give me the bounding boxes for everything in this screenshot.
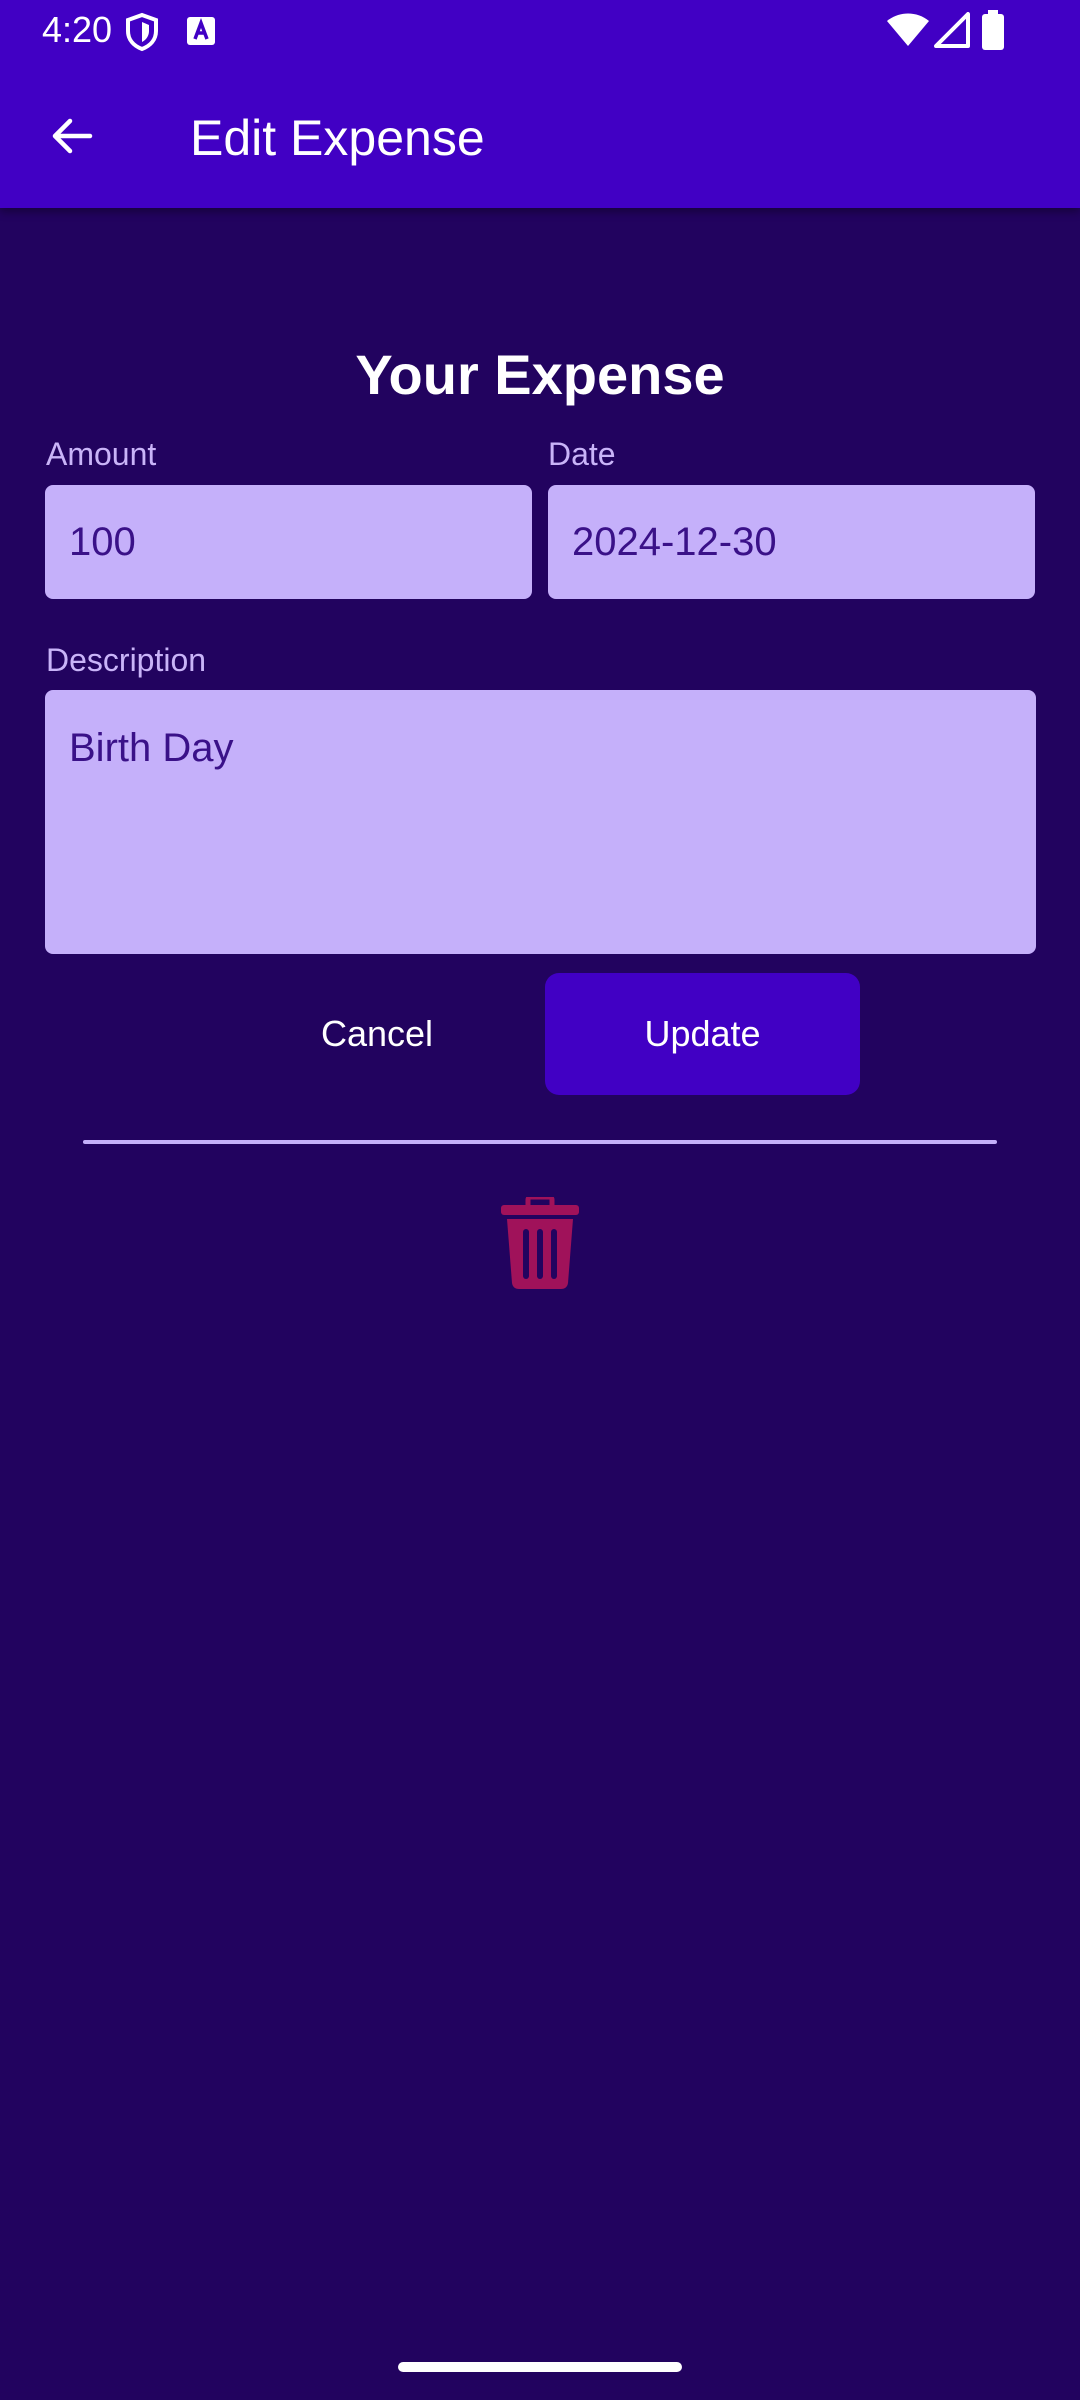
- text-a-icon: [186, 16, 216, 51]
- cellular-signal-icon: [934, 12, 970, 53]
- date-field[interactable]: 2024-12-30: [548, 485, 1035, 599]
- edit-expense-screen: 4:20 Edit Expense Your Expense Amount 10…: [0, 0, 1080, 2400]
- wifi-icon: [886, 12, 930, 53]
- trash-icon: [501, 1194, 579, 1294]
- amount-value: 100: [69, 519, 136, 564]
- date-value: 2024-12-30: [572, 519, 777, 564]
- back-button[interactable]: [30, 96, 114, 180]
- status-time: 4:20: [42, 9, 113, 50]
- cancel-button[interactable]: Cancel: [262, 973, 492, 1095]
- gesture-navigation-handle[interactable]: [398, 2362, 682, 2372]
- arrow-back-icon: [48, 112, 96, 165]
- shield-icon: [124, 12, 160, 57]
- app-bar: 4:20 Edit Expense: [0, 0, 1080, 208]
- description-label: Description: [46, 642, 207, 678]
- page-title: Edit Expense: [190, 110, 485, 166]
- amount-label: Amount: [46, 436, 157, 472]
- description-field[interactable]: Birth Day: [45, 690, 1036, 954]
- description-value: Birth Day: [69, 726, 234, 770]
- delete-button[interactable]: [490, 1190, 590, 1300]
- section-heading: Your Expense: [355, 343, 725, 406]
- date-label: Date: [548, 436, 616, 472]
- amount-field[interactable]: 100: [45, 485, 532, 599]
- battery-icon: [982, 10, 1004, 55]
- update-button[interactable]: Update: [545, 973, 860, 1095]
- divider: [83, 1140, 997, 1144]
